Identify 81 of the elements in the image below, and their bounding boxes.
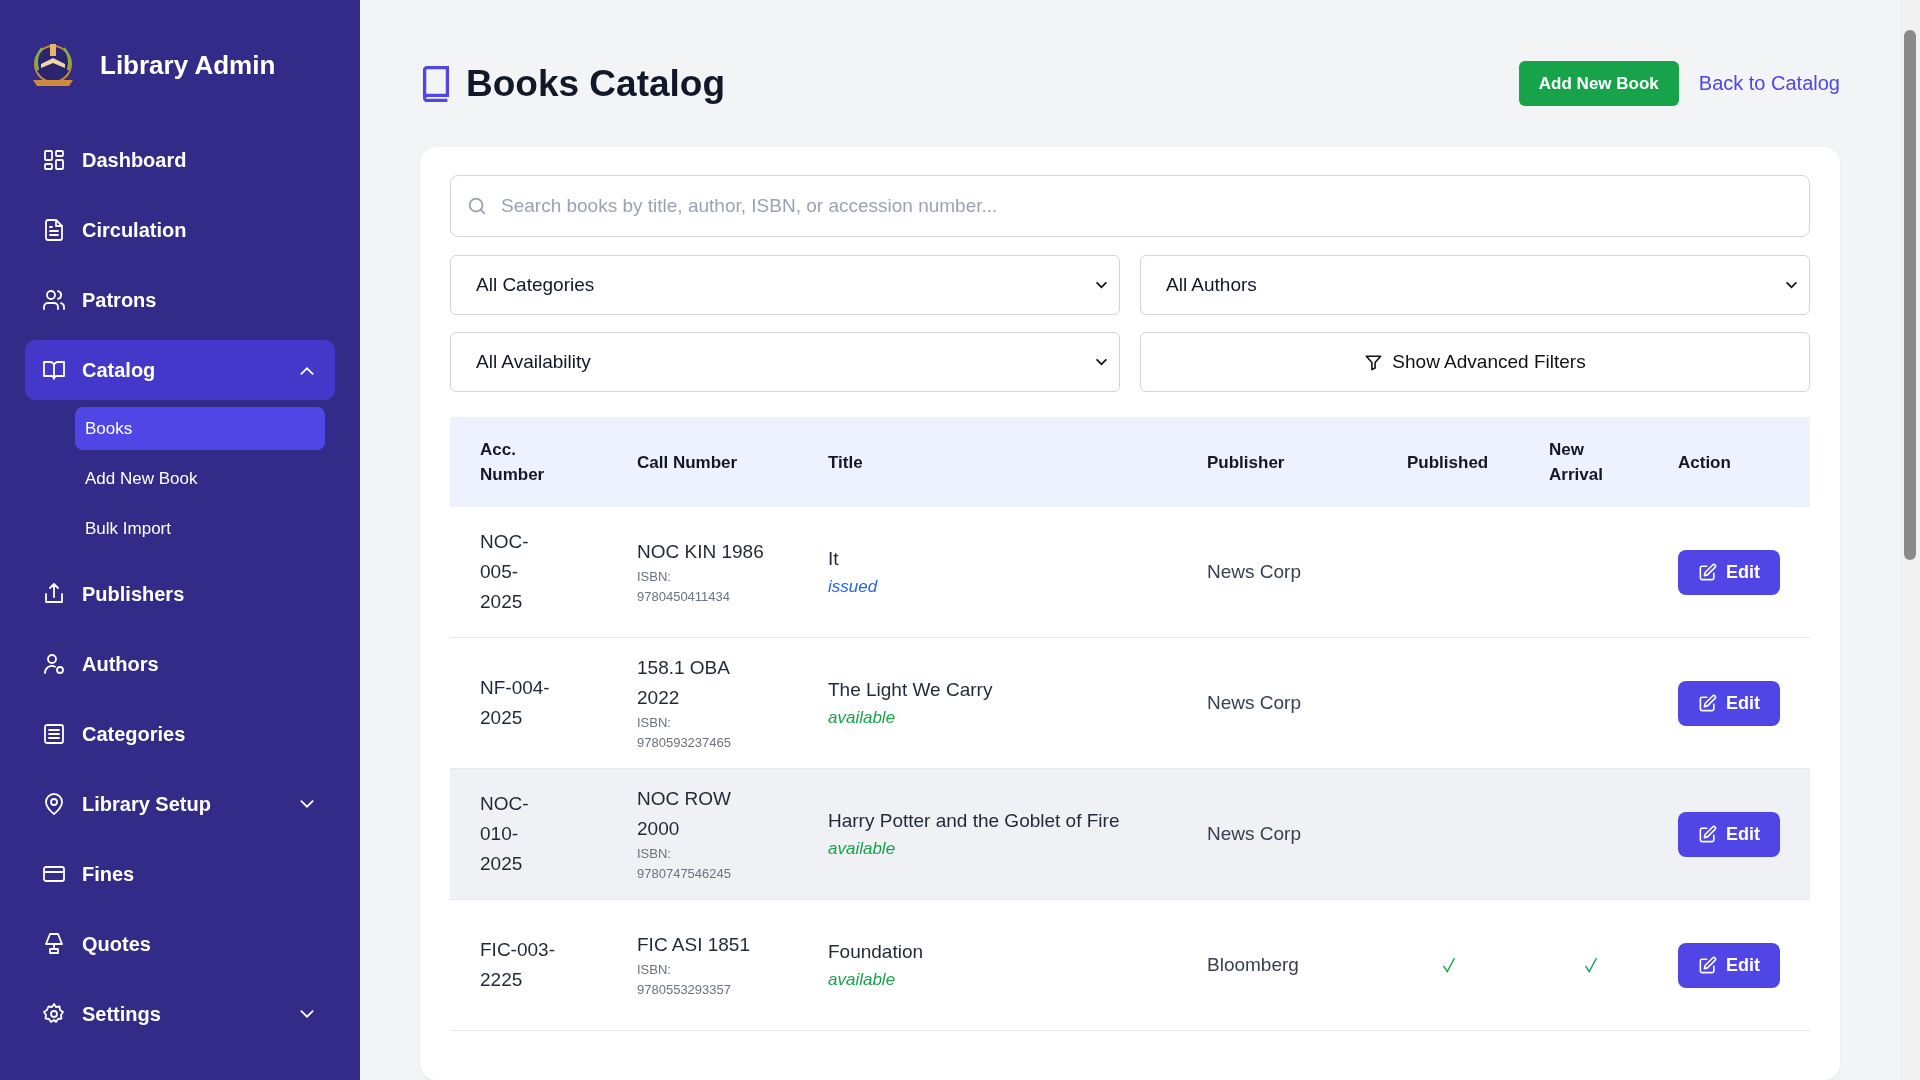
nav-item[interactable]: Settings (25, 984, 335, 1044)
lamp-icon (42, 932, 66, 956)
column-header: Published (1407, 451, 1489, 474)
user-gear-icon (42, 652, 66, 676)
availability-status: available (828, 838, 896, 860)
edit-button[interactable]: Edit (1678, 811, 1780, 857)
chevron-icon (1786, 281, 1797, 289)
call-number: NOC ROW 2000 (637, 787, 732, 841)
edit-icon (1698, 955, 1717, 975)
advanced-filters-button[interactable]: Show Advanced Filters (1140, 332, 1810, 392)
chevron-icon (300, 365, 314, 375)
nav-item[interactable]: Catalog (25, 340, 335, 400)
filter-select[interactable]: All Availability (450, 332, 1120, 392)
open-book-icon (42, 358, 66, 382)
nav-item[interactable]: Publishers (25, 564, 335, 624)
call-number: 158.1 OBA 2022 (637, 656, 731, 710)
column-header: Call Number (637, 451, 738, 474)
availability-status: issued (828, 576, 878, 598)
nav-subitem[interactable]: Add New Book (75, 457, 325, 500)
nav-item[interactable]: Library Setup (25, 774, 335, 834)
nav-subitem[interactable]: Books (75, 407, 325, 450)
column-header: Action (1678, 451, 1731, 474)
nav-item[interactable]: Patrons (25, 270, 335, 330)
book-title: It (828, 547, 839, 571)
edit-button[interactable]: Edit (1678, 680, 1780, 726)
page-title: Books Catalog (466, 62, 726, 105)
back-link[interactable]: Back to Catalog (1698, 72, 1840, 95)
isbn-text: ISBN: 9780747546245 (637, 845, 732, 883)
map-pin-icon (42, 792, 66, 816)
scrollbar[interactable] (1900, 0, 1920, 1080)
edit-icon (1698, 562, 1717, 582)
book-title: The Light We Carry (828, 678, 993, 702)
book-title: Harry Potter and the Goblet of Fire (828, 809, 1120, 833)
nav-item[interactable]: Dashboard (25, 130, 335, 190)
nav-item[interactable]: Fines (25, 844, 335, 904)
brand-title: Library Admin (100, 49, 276, 81)
filter-select[interactable]: All Categories (450, 255, 1120, 315)
edit-button[interactable]: Edit (1678, 549, 1780, 595)
settings-icon (42, 1002, 66, 1026)
acc-number: FIC-003-2225 (480, 938, 556, 992)
nav-item[interactable]: Quotes (25, 914, 335, 974)
nav-item[interactable]: Categories (25, 704, 335, 764)
availability-status: available (828, 969, 896, 991)
nav-item[interactable]: Circulation (25, 200, 335, 260)
isbn-text: ISBN: 9780450411434 (637, 568, 732, 606)
document-icon (42, 218, 66, 242)
call-number: NOC KIN 1986 (637, 540, 764, 564)
chevron-icon (300, 1009, 314, 1019)
acc-number: NOC-010-2025 (480, 792, 530, 876)
filter-icon (1364, 352, 1384, 372)
filter-select[interactable]: All Authors (1140, 255, 1810, 315)
edit-icon (1698, 693, 1717, 713)
isbn-text: ISBN: 9780593237465 (637, 714, 732, 752)
column-header: Publisher (1207, 451, 1285, 474)
edit-icon (1698, 824, 1717, 844)
publisher-name: News Corp (1207, 823, 1301, 845)
nav-item[interactable]: Authors (25, 634, 335, 694)
isbn-text: ISBN: 9780553293357 (637, 961, 732, 999)
users-icon (42, 288, 66, 312)
column-header: New Arrival (1549, 439, 1604, 486)
chevron-icon (1096, 281, 1107, 289)
publisher-name: News Corp (1207, 561, 1301, 583)
search-icon (466, 195, 488, 217)
call-number: FIC ASI 1851 (637, 933, 750, 957)
book-icon (420, 64, 452, 103)
column-header: Acc. Number (480, 439, 546, 486)
publisher-name: News Corp (1207, 692, 1301, 714)
column-header: Title (828, 451, 863, 474)
chevron-icon (1096, 358, 1107, 366)
nav-subitem[interactable]: Bulk Import (75, 507, 325, 550)
search-field[interactable]: Search books by title, author, ISBN, or accession number... (450, 175, 1810, 237)
publisher-name: Bloomberg (1207, 954, 1299, 976)
list-icon (42, 722, 66, 746)
chevron-icon (300, 799, 314, 809)
acc-number: NOC-005-2025 (480, 530, 530, 614)
grid-icon (42, 148, 66, 172)
availability-status: available (828, 707, 896, 729)
book-title: Foundation (828, 940, 924, 964)
edit-button[interactable]: Edit (1678, 942, 1780, 988)
upload-icon (42, 582, 66, 606)
acc-number: NF-004-2025 (480, 676, 551, 730)
